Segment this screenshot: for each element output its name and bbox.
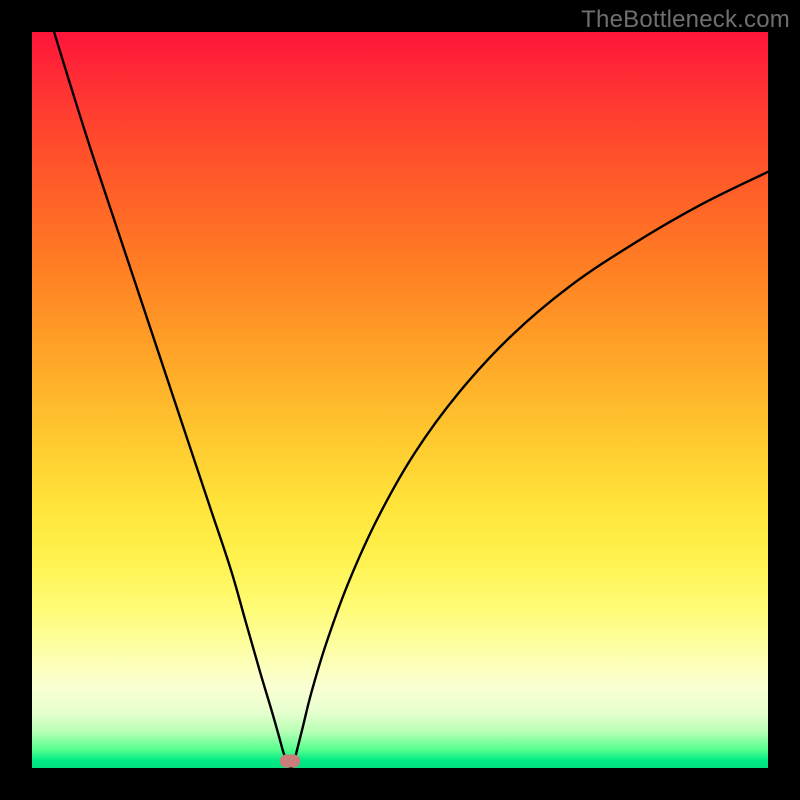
watermark-text: TheBottleneck.com xyxy=(581,6,790,34)
plot-area xyxy=(32,32,768,768)
curve-layer xyxy=(32,32,768,768)
chart-frame: TheBottleneck.com xyxy=(0,0,800,800)
bottleneck-curve xyxy=(54,32,768,768)
optimum-marker xyxy=(280,754,300,767)
